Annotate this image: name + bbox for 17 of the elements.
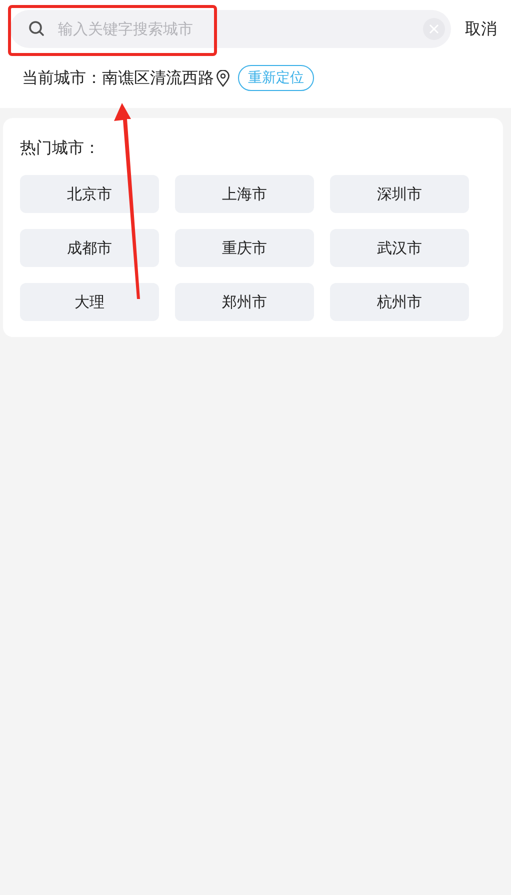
search-input[interactable]: 输入关键字搜索城市 (56, 19, 423, 39)
city-button[interactable]: 郑州市 (175, 283, 314, 321)
cancel-button[interactable]: 取消 (465, 18, 497, 40)
search-icon (28, 20, 46, 38)
location-pin-icon (216, 70, 230, 86)
current-city-label: 当前城市： (22, 68, 102, 88)
city-button[interactable]: 北京市 (20, 175, 159, 213)
city-button[interactable]: 杭州市 (330, 283, 469, 321)
city-button[interactable]: 上海市 (175, 175, 314, 213)
city-button[interactable]: 重庆市 (175, 229, 314, 267)
current-address: 南谯区清流西路 (102, 68, 214, 88)
city-button[interactable]: 深圳市 (330, 175, 469, 213)
search-field[interactable]: 输入关键字搜索城市 (10, 10, 451, 48)
hot-cities-title: 热门城市： (20, 138, 101, 159)
city-button[interactable]: 大理 (20, 283, 159, 321)
city-button[interactable]: 武汉市 (330, 229, 469, 267)
city-button[interactable]: 成都市 (20, 229, 159, 267)
